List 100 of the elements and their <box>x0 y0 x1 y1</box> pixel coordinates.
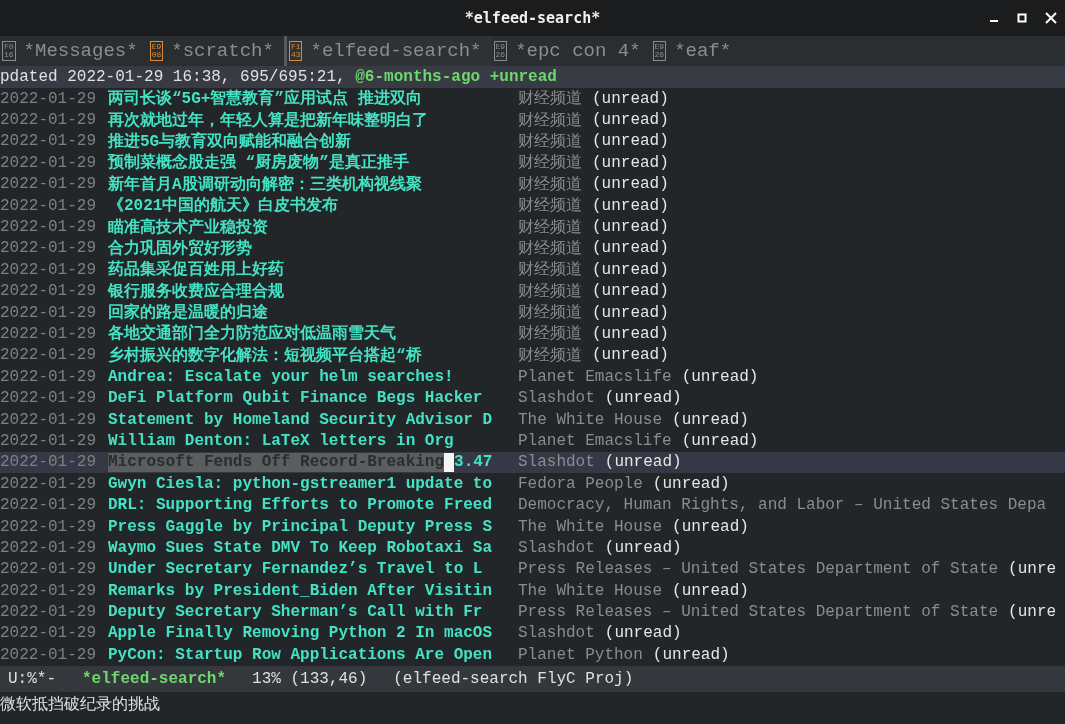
entry-tag: (unread) <box>604 538 682 557</box>
buffer-tab[interactable]: E926 *eaf* <box>650 36 742 66</box>
buffer-tab[interactable]: F143 *elfeed-search* <box>283 36 492 66</box>
entry-date: 2022-01-29 <box>0 196 97 215</box>
feed-name: 财经频道 <box>518 238 582 259</box>
feed-name: 财经频道 <box>518 260 582 281</box>
entry-tag: (unread) <box>592 303 669 322</box>
entry-date: 2022-01-29 <box>0 346 97 365</box>
entry-date: 2022-01-29 <box>0 410 97 429</box>
entry-tag: (unread) <box>592 239 669 258</box>
feed-name: Democracy, Human Rights, and Labor – United States Depa <box>518 496 1047 515</box>
entry-title[interactable]: 银行服务收费应合理合规 <box>108 280 284 302</box>
entry-title[interactable]: Waymo Sues State DMV To Keep Robotaxi Sa <box>108 538 493 557</box>
entry-tag: (unre <box>1008 603 1057 622</box>
entry-tag: (unread) <box>604 453 682 472</box>
entry-date: 2022-01-29 <box>0 260 97 279</box>
entry-title[interactable]: Deputy Secretary Sherman’s Call with Fr <box>108 603 483 622</box>
entry-tag: (unread) <box>652 474 730 493</box>
glyph-code-icon: E926 <box>493 41 508 61</box>
search-filter: @6-months-ago +unread <box>355 68 557 86</box>
glyph-code-icon: E908 <box>149 41 164 61</box>
feed-name: Planet Emacslife <box>518 367 672 386</box>
entry-title[interactable]: Remarks by President_Biden After Visitin <box>108 581 493 600</box>
feed-name: 财经频道 <box>518 174 582 195</box>
major-modes: (elfeed-search FlyC Proj) <box>393 670 634 688</box>
feed-name: The White House <box>518 410 663 429</box>
entry-title-tail: 3.47 <box>454 452 493 472</box>
entry-title[interactable]: 预制菜概念股走强 “厨房废物”是真正推手 <box>108 152 409 174</box>
maximize-icon[interactable] <box>1017 13 1027 23</box>
entry-tag: (unread) <box>672 410 749 429</box>
buffer-tab[interactable]: E926 *epc con 4* <box>491 36 651 66</box>
entry-tag: (unread) <box>592 346 669 365</box>
entry-title[interactable]: 各地交通部门全力防范应对低温雨雪天气 <box>108 323 396 345</box>
feed-name: 财经频道 <box>518 345 582 366</box>
feed-name: Planet Emacslife <box>518 431 672 450</box>
entry-date: 2022-01-29 <box>0 624 97 643</box>
entry-tag: (unread) <box>592 111 669 130</box>
entry-date: 2022-01-29 <box>0 303 97 322</box>
entry-date: 2022-01-29 <box>0 153 97 172</box>
feed-name: 财经频道 <box>518 196 582 217</box>
entry-title[interactable]: William Denton: LaTeX letters in Org <box>108 431 454 450</box>
feed-name: 财经频道 <box>518 217 582 238</box>
entry-title[interactable]: Andrea: Escalate your helm searches! <box>108 367 454 386</box>
feed-name: 财经频道 <box>518 281 582 302</box>
entry-date: 2022-01-29 <box>0 389 97 408</box>
entry-title[interactable]: 合力巩固外贸好形势 <box>108 237 252 259</box>
feed-name: The White House <box>518 581 663 600</box>
entry-date: 2022-01-29 <box>0 538 97 557</box>
entry-title[interactable]: 《2021中国的航天》白皮书发布 <box>108 195 339 217</box>
entry-tag: (unread) <box>604 389 682 408</box>
close-icon[interactable] <box>1045 12 1057 24</box>
entry-title[interactable]: 两司长谈“5G+智慧教育”应用试点 推进双向 <box>108 88 422 110</box>
feed-name: Slashdot <box>518 624 595 643</box>
entry-title[interactable]: Gwyn Ciesla: python-gstreamer1 update to <box>108 474 493 493</box>
entry-title[interactable]: Under Secretary Fernandez’s Travel to L <box>108 560 483 579</box>
glyph-code-icon: F016 <box>2 41 16 61</box>
entry-title[interactable]: 瞄准高技术产业稳投资 <box>108 216 268 238</box>
entry-tag: (unread) <box>592 132 669 151</box>
buffer-tab[interactable]: F016 *Messages* <box>0 36 148 66</box>
feed-name: 财经频道 <box>518 153 582 174</box>
entry-tag: (unread) <box>592 196 669 215</box>
glyph-code-icon: E926 <box>652 41 667 61</box>
feed-name: Press Releases – United States Department of State <box>518 603 999 622</box>
entry-title[interactable]: Apple Finally Removing Python 2 In macOS <box>108 624 493 643</box>
feed-name: Fedora People <box>518 474 643 493</box>
entry-date: 2022-01-29 <box>0 474 97 493</box>
entry-title[interactable]: DRL: Supporting Efforts to Promote Freed <box>108 496 493 515</box>
entry-tag: (unread) <box>592 260 669 279</box>
text-cursor <box>444 452 455 472</box>
entry-title[interactable]: 回家的路是温暖的归途 <box>108 302 268 324</box>
entry-date: 2022-01-29 <box>0 325 97 343</box>
feed-name: Slashdot <box>518 538 595 557</box>
feed-name: Slashdot <box>518 389 595 408</box>
entry-title[interactable]: 推进5G与教育双向赋能和融合创新 <box>108 130 352 152</box>
entry-date: 2022-01-29 <box>0 603 97 622</box>
entry-date: 2022-01-29 <box>0 239 97 258</box>
entry-tag: (unread) <box>592 282 669 301</box>
window-title: *elfeed-search* <box>464 9 601 27</box>
entry-tag: (unread) <box>592 89 669 108</box>
entry-tag: (unread) <box>592 175 669 194</box>
entry-date: 2022-01-29 <box>0 453 97 472</box>
entry-title[interactable]: DeFi Platform Qubit Finance Begs Hacker <box>108 389 483 408</box>
feed-name: The White House <box>518 517 663 536</box>
entry-title[interactable]: 药品集采促百姓用上好药 <box>108 259 284 281</box>
entry-tag: (unread) <box>681 431 759 450</box>
buffer-tab[interactable]: E908 *scratch* <box>147 36 284 66</box>
entry-tag: (unread) <box>592 325 669 343</box>
entry-title[interactable]: 再次就地过年，年轻人算是把新年味整明白了 <box>108 109 428 131</box>
entry-date: 2022-01-29 <box>0 645 97 664</box>
entry-title[interactable]: 新年首月A股调研动向解密：三类机构视线聚 <box>108 173 422 195</box>
feed-name: 财经频道 <box>518 110 582 131</box>
entry-title[interactable]: PyCon: Startup Row Applications Are Open <box>108 645 493 664</box>
entry-date: 2022-01-29 <box>0 175 97 194</box>
entry-title[interactable]: Statement by Homeland Security Advisor D <box>108 410 493 429</box>
cursor-position: 13% (133,46) <box>252 670 368 688</box>
entry-tag: (unread) <box>592 218 669 237</box>
entry-title[interactable]: 乡村振兴的数字化解法：短视频平台搭起“桥 <box>108 344 422 366</box>
entry-title[interactable]: Press Gaggle by Principal Deputy Press S <box>108 517 493 536</box>
entry-date: 2022-01-29 <box>0 367 97 386</box>
feed-name: 财经频道 <box>518 89 582 110</box>
